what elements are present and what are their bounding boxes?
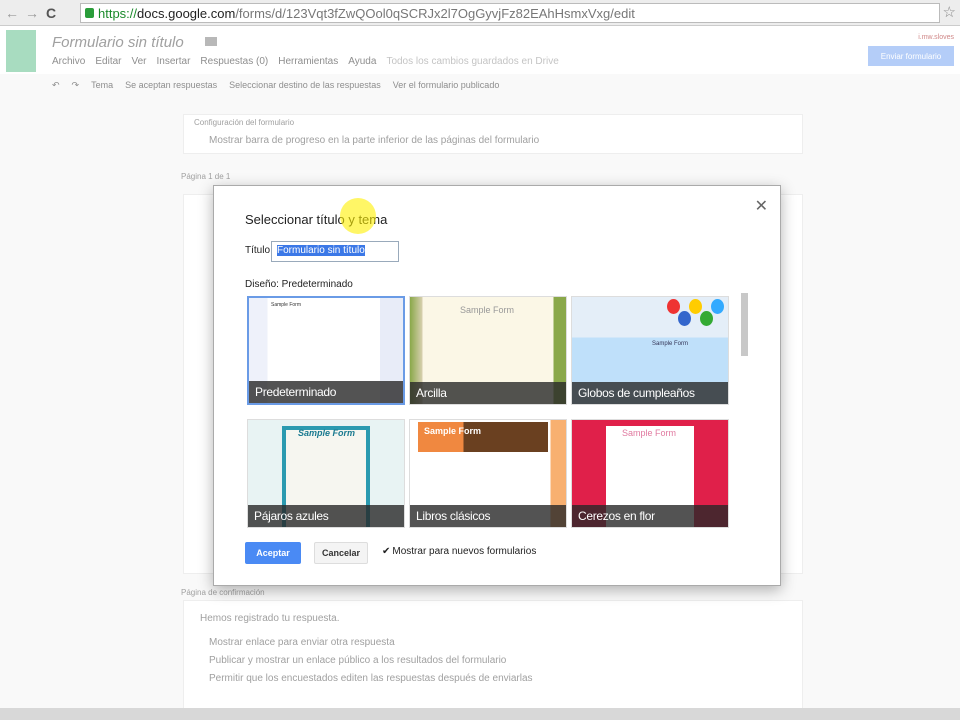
theme-option[interactable]: Sample Form Arcilla [409, 296, 567, 405]
confirmation-message[interactable]: Hemos registrado tu respuesta. [200, 613, 340, 624]
title-input-value: Formulario sin título [277, 245, 365, 256]
settings-card: Configuración del formulario Mostrar bar… [183, 114, 803, 154]
confirmation-header: Página de confirmación [181, 588, 265, 597]
forward-icon[interactable]: → [24, 5, 40, 21]
send-form-button[interactable]: Enviar formulario [868, 46, 954, 66]
redo-icon[interactable]: ↷ [72, 80, 80, 91]
sample-form-text: Sample Form [271, 302, 302, 308]
save-status: Todos los cambios guardados en Drive [386, 56, 559, 67]
page-label: Página 1 de 1 [181, 172, 231, 181]
balloon-icon [678, 311, 691, 326]
theme-option[interactable]: Sample Form Cerezos en flor [571, 419, 729, 528]
theme-option[interactable]: Sample Form Predeterminado [247, 296, 405, 405]
close-icon[interactable]: ✕ [755, 196, 768, 216]
address-bar[interactable]: https://docs.google.com/forms/d/123Vqt3f… [80, 3, 940, 23]
theme-name: Globos de cumpleaños [572, 382, 728, 404]
url-scheme: https:// [98, 5, 138, 21]
folder-icon[interactable] [205, 37, 217, 46]
lock-icon [85, 8, 94, 18]
response-destination-button[interactable]: Seleccionar destino de las respuestas [229, 80, 381, 91]
balloon-icon [667, 299, 680, 314]
menu-bar: Archivo Editar Ver Insertar Respuestas (… [52, 56, 559, 67]
settings-header[interactable]: Configuración del formulario [194, 118, 294, 127]
theme-option[interactable]: Sample Form Globos de cumpleaños [571, 296, 729, 405]
browser-toolbar: ← → C https://docs.google.com/forms/d/12… [0, 0, 960, 26]
theme-dialog: Seleccionar título y tema ✕ Título Formu… [213, 185, 781, 586]
balloon-icon [700, 311, 713, 326]
show-for-new-forms-label: Mostrar para nuevos formularios [392, 546, 537, 557]
editor-toolbar: ↶ ↷ Tema Se aceptan respuestas Seleccion… [52, 80, 499, 91]
theme-name: Libros clásicos [410, 505, 566, 527]
sample-form-text: Sample Form [460, 305, 515, 315]
theme-grid: Sample Form Predeterminado Sample Form Arci… [247, 296, 729, 528]
user-account[interactable]: i.mw.sloves [918, 34, 954, 41]
confirmation-card: Hemos registrado tu respuesta. Mostrar e… [183, 600, 803, 720]
app-header: Formulario sin título Archivo Editar Ver… [0, 26, 960, 74]
document-title[interactable]: Formulario sin título [52, 34, 184, 51]
dialog-title: Seleccionar título y tema [245, 212, 388, 227]
menu-herramientas[interactable]: Herramientas [278, 56, 338, 67]
balloon-icon [689, 299, 702, 314]
theme-button[interactable]: Tema [91, 80, 113, 91]
accepting-responses-button[interactable]: Se aceptan respuestas [125, 80, 217, 91]
theme-name: Predeterminado [249, 381, 403, 403]
sample-form-text: Sample Form [298, 428, 356, 438]
checkmark-icon: ✔ [382, 546, 391, 557]
menu-ver[interactable]: Ver [131, 56, 146, 67]
show-for-new-forms-checkbox[interactable]: ✔ Mostrar para nuevos formularios [382, 546, 536, 557]
undo-icon[interactable]: ↶ [52, 80, 60, 91]
title-label: Título [245, 245, 271, 256]
menu-archivo[interactable]: Archivo [52, 56, 85, 67]
sample-form-text: Sample Form [622, 428, 677, 438]
menu-insertar[interactable]: Insertar [157, 56, 191, 67]
back-icon[interactable]: ← [4, 5, 20, 21]
option-another-response[interactable]: Mostrar enlace para enviar otra respuest… [209, 637, 395, 648]
bookmark-star-icon[interactable]: ☆ [943, 3, 956, 21]
status-bar [0, 708, 960, 720]
progress-bar-option[interactable]: Mostrar barra de progreso en la parte in… [209, 135, 539, 146]
accept-button[interactable]: Aceptar [245, 542, 301, 564]
option-edit-responses[interactable]: Permitir que los encuestados editen las … [209, 673, 533, 684]
theme-name: Cerezos en flor [572, 505, 728, 527]
url-path: /forms/d/123Vqt3fZwQOol0qSCRJx2l7OgGyvjF… [235, 5, 635, 21]
view-live-form-button[interactable]: Ver el formulario publicado [393, 80, 500, 91]
sample-form-text: Sample Form [424, 426, 482, 436]
theme-name: Pájaros azules [248, 505, 404, 527]
theme-scrollbar[interactable] [741, 293, 748, 356]
url-host: docs.google.com [137, 5, 236, 21]
menu-editar[interactable]: Editar [95, 56, 121, 67]
forms-logo-icon[interactable] [6, 30, 36, 72]
design-label: Diseño: Predeterminado [245, 279, 353, 290]
sample-form-text: Sample Form [652, 341, 689, 347]
reload-icon[interactable]: C [46, 5, 56, 21]
cancel-button[interactable]: Cancelar [314, 542, 368, 564]
balloon-icon [711, 299, 724, 314]
menu-ayuda[interactable]: Ayuda [348, 56, 376, 67]
menu-respuestas[interactable]: Respuestas (0) [200, 56, 268, 67]
theme-option[interactable]: Sample Form Pájaros azules [247, 419, 405, 528]
theme-option[interactable]: Sample Form Libros clásicos [409, 419, 567, 528]
theme-name: Arcilla [410, 382, 566, 404]
option-public-results[interactable]: Publicar y mostrar un enlace público a l… [209, 655, 506, 666]
title-input[interactable]: Formulario sin título [271, 241, 399, 262]
